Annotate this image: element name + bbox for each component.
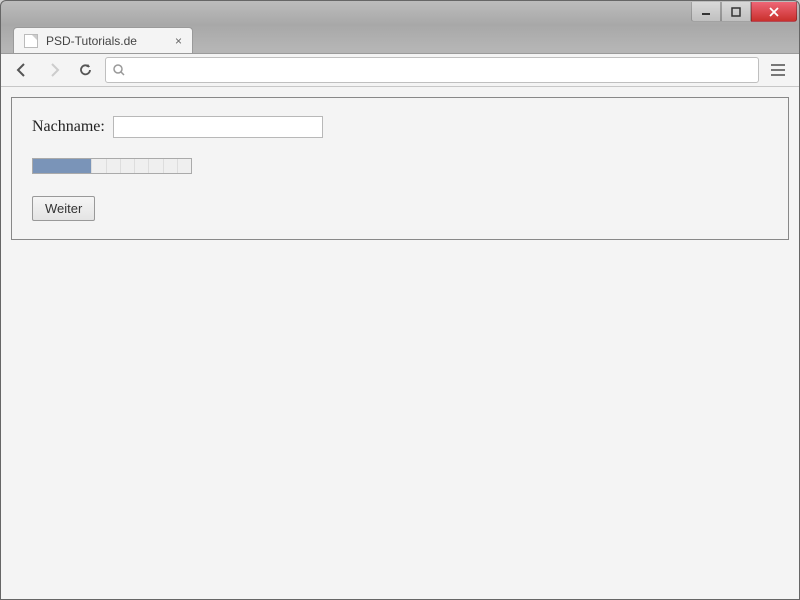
menu-button[interactable] <box>765 57 791 83</box>
page-content: Nachname: Weiter <box>1 87 799 599</box>
tab-strip: PSD-Tutorials.de × <box>1 23 799 53</box>
arrow-left-icon <box>14 62 30 78</box>
minimize-button[interactable] <box>691 2 721 22</box>
nachname-label: Nachname: <box>32 118 105 136</box>
maximize-button[interactable] <box>721 2 751 22</box>
browser-tab[interactable]: PSD-Tutorials.de × <box>13 27 193 53</box>
tab-close-icon[interactable]: × <box>175 34 182 48</box>
forward-button[interactable] <box>41 57 67 83</box>
browser-toolbar <box>1 53 799 87</box>
close-button[interactable] <box>751 2 797 22</box>
reload-button[interactable] <box>73 57 99 83</box>
progress-fill <box>33 159 91 173</box>
weiter-button[interactable]: Weiter <box>32 196 95 221</box>
back-button[interactable] <box>9 57 35 83</box>
arrow-right-icon <box>46 62 62 78</box>
form-card: Nachname: Weiter <box>11 97 789 240</box>
reload-icon <box>78 62 94 78</box>
browser-window: PSD-Tutorials.de × Nachname: <box>0 0 800 600</box>
page-favicon-icon <box>24 34 38 48</box>
tab-title: PSD-Tutorials.de <box>46 34 137 48</box>
address-bar[interactable] <box>105 57 759 83</box>
progress-bar <box>32 158 192 174</box>
hamburger-icon <box>771 64 785 66</box>
nachname-row: Nachname: <box>32 116 768 138</box>
window-controls <box>691 2 797 22</box>
nachname-input[interactable] <box>113 116 323 138</box>
search-icon <box>112 63 126 77</box>
